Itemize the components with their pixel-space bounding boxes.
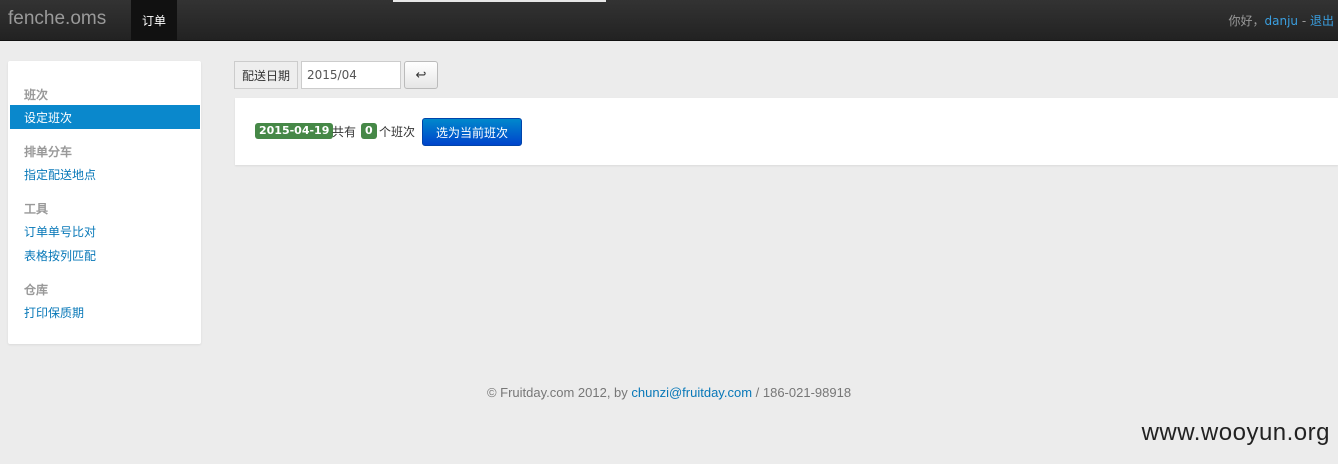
sidebar-header-warehouse: 仓库 bbox=[24, 283, 49, 297]
footer-email-link[interactable]: chunzi@fruitday.com bbox=[631, 385, 752, 400]
brand-logo[interactable]: fenche.oms bbox=[8, 8, 106, 30]
username-link[interactable]: danju bbox=[1265, 14, 1299, 28]
sidebar-item-print-shelf-life[interactable]: 打印保质期 bbox=[24, 304, 84, 321]
top-navbar: fenche.oms 订单 你好，danju - 退出 bbox=[0, 0, 1338, 41]
delivery-date-input[interactable] bbox=[301, 61, 401, 89]
sidebar-header-shift: 班次 bbox=[24, 88, 49, 102]
user-menu: 你好，danju - 退出 bbox=[1228, 12, 1334, 29]
user-separator: - bbox=[1298, 14, 1310, 28]
shift-summary-panel: 2015-04-19 共有 0 个班次 选为当前班次 bbox=[235, 98, 1338, 165]
total-label: 共有 bbox=[332, 125, 357, 139]
footer-phone: / 186-021-98918 bbox=[752, 385, 852, 400]
count-badge: 0 bbox=[361, 123, 377, 139]
sidebar-item-column-match[interactable]: 表格按列匹配 bbox=[24, 247, 96, 264]
greeting-text: 你好， bbox=[1228, 14, 1265, 28]
date-badge: 2015-04-19 bbox=[255, 123, 334, 139]
shift-unit-label: 个班次 bbox=[379, 125, 416, 139]
sidebar-item-order-compare[interactable]: 订单单号比对 bbox=[24, 223, 96, 240]
logout-link[interactable]: 退出 bbox=[1310, 14, 1334, 28]
sidebar: 班次 设定班次 排单分车 指定配送地点 工具 订单单号比对 表格按列匹配 仓库 … bbox=[8, 61, 201, 344]
select-current-shift-button[interactable]: 选为当前班次 bbox=[422, 118, 522, 146]
footer-copyright: © Fruitday.com 2012, by bbox=[486, 385, 632, 400]
return-arrow-icon: ↩ bbox=[415, 67, 427, 83]
delivery-date-label: 配送日期 bbox=[234, 61, 298, 89]
sidebar-header-dispatch: 排单分车 bbox=[24, 145, 73, 159]
go-button[interactable]: ↩ bbox=[404, 61, 438, 89]
sidebar-item-set-shift[interactable]: 设定班次 bbox=[10, 105, 200, 129]
nav-top-highlight bbox=[393, 0, 606, 2]
sidebar-header-tools: 工具 bbox=[24, 202, 49, 216]
footer: © Fruitday.com 2012, by chunzi@fruitday.… bbox=[0, 385, 1338, 400]
watermark-text: www.wooyun.org bbox=[1141, 419, 1330, 446]
sidebar-item-assign-location[interactable]: 指定配送地点 bbox=[24, 166, 96, 183]
tab-orders[interactable]: 订单 bbox=[131, 0, 177, 40]
